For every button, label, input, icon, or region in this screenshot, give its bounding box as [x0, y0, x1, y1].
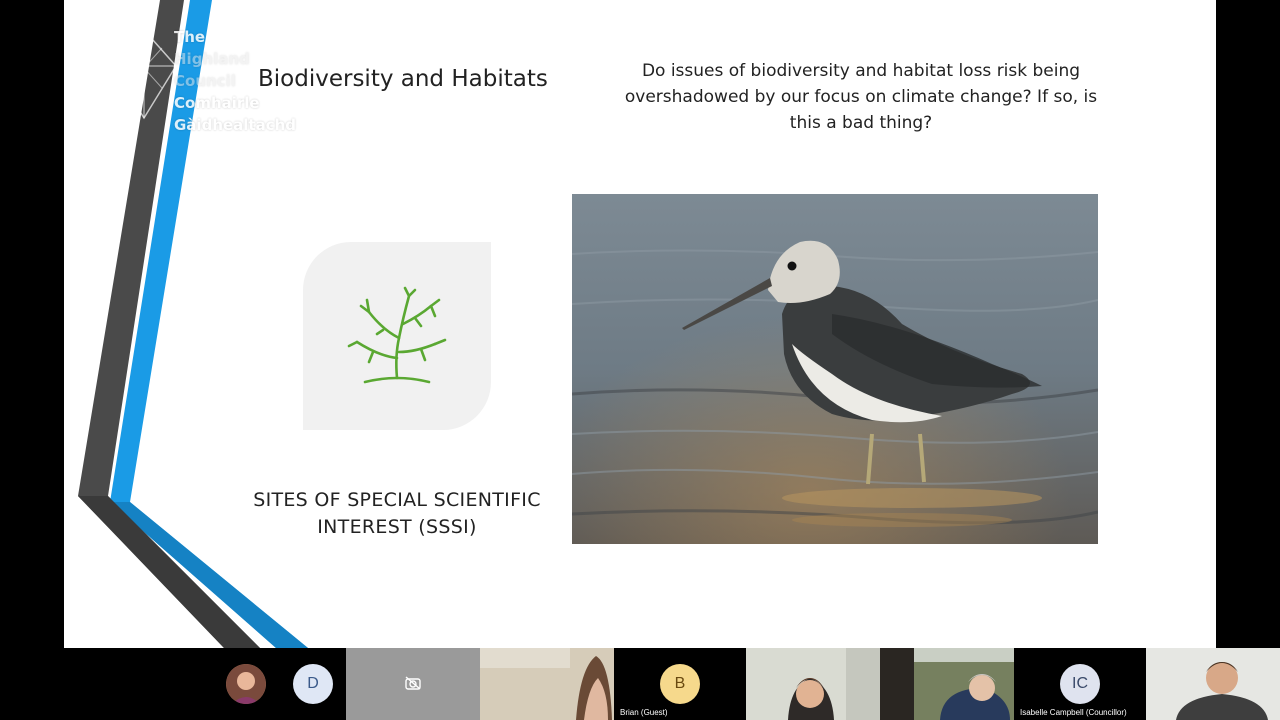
avatar: [226, 664, 266, 704]
logo-text-line: The: [174, 28, 206, 46]
participant-name: Brian (Guest): [620, 708, 668, 717]
logo-text-line: Comhairle: [174, 94, 260, 112]
slide-title: Biodiversity and Habitats: [258, 66, 548, 92]
video-feed: [880, 648, 1014, 720]
sssi-label-line: SITES OF SPECIAL SCIENTIFIC: [253, 489, 541, 511]
participant-tile[interactable]: [880, 648, 1014, 720]
video-feed: [480, 648, 614, 720]
presentation-slide: The Highland Council Comhairle Gàidhealt…: [64, 0, 1216, 648]
avatar: IC: [1060, 664, 1100, 704]
participant-name: Isabelle Campbell (Councillor): [1020, 708, 1127, 717]
participant-tile[interactable]: [1146, 648, 1280, 720]
video-feed: [1146, 648, 1280, 720]
logo-text-line: Gàidhealtachd: [174, 116, 297, 134]
participant-tile[interactable]: [346, 648, 480, 720]
participant-tile[interactable]: [214, 648, 280, 720]
participant-tile[interactable]: B Brian (Guest): [614, 648, 746, 720]
participant-strip: D B Brian (Guest) IC Isabelle Campbell (…: [0, 648, 1280, 720]
participant-tile[interactable]: D: [280, 648, 346, 720]
discussion-question: Do issues of biodiversity and habitat lo…: [624, 61, 1098, 133]
emblem-icon: [111, 28, 177, 120]
avatar: B: [660, 664, 700, 704]
camera-off-icon: [405, 676, 421, 690]
avatar: D: [293, 664, 333, 704]
sssi-icon-tile: [303, 242, 491, 430]
sssi-label: SITES OF SPECIAL SCIENTIFIC INTEREST (SS…: [236, 487, 558, 541]
participant-tile[interactable]: [746, 648, 880, 720]
wading-bird-photo: [572, 194, 1098, 544]
coral-branch-icon: [347, 286, 447, 384]
participant-tile[interactable]: IC Isabelle Campbell (Councillor): [1014, 648, 1146, 720]
sssi-label-line: INTEREST (SSSI): [317, 516, 477, 538]
video-feed: [746, 648, 880, 720]
participant-tile[interactable]: [480, 648, 614, 720]
